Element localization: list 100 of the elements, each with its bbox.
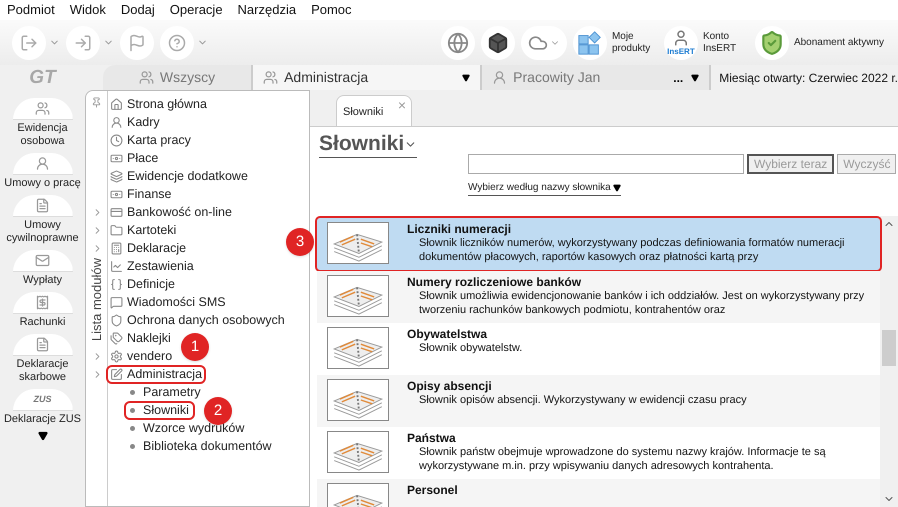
flag-icon [128, 34, 146, 52]
callout-number: 1 [181, 333, 209, 361]
scroll-down-icon[interactable] [38, 431, 48, 441]
submodule-item[interactable]: Parametry [126, 384, 205, 400]
module-shortcut[interactable]: Wypłaty [2, 250, 84, 287]
filter-dropdown-link[interactable]: Wybierz według nazwy słownika [468, 180, 621, 196]
people-icon [138, 70, 154, 85]
help-icon [168, 34, 186, 52]
bullet-icon [130, 426, 135, 430]
dictionary-title: Obywatelstwa [407, 327, 488, 341]
module-item[interactable]: Kadry [108, 114, 162, 130]
dictionary-description: Słownik liczników numerów, wykorzystywany podczas definiowania formatów numeracji dokumentów płacowych, raportów kasowych oraz płatności kartą przy [418, 236, 846, 264]
globe-button[interactable] [440, 26, 475, 60]
search-field[interactable] [468, 154, 744, 174]
module-item[interactable]: Deklaracje [108, 240, 188, 256]
module-item[interactable]: Definicje [108, 276, 177, 292]
context-tab[interactable]: Wszyscy [103, 65, 254, 90]
module-item[interactable]: Wiadomości SMS [108, 294, 228, 310]
toolbar-button[interactable] [120, 26, 154, 60]
menu-item[interactable]: Widok [70, 0, 106, 20]
toolbar-button[interactable] [12, 26, 46, 60]
bullet-icon [130, 444, 135, 448]
pin-icon[interactable] [91, 97, 102, 108]
module-item[interactable]: Naklejki [108, 330, 173, 346]
page-title[interactable]: Słowniki [319, 131, 418, 158]
dictionary-title: Państwa [407, 431, 457, 445]
module-item[interactable]: Finanse [108, 186, 174, 202]
message-icon [110, 296, 123, 308]
tag-icon [110, 332, 123, 344]
document-tab[interactable]: Słowniki × [336, 95, 412, 126]
gear-icon [110, 350, 123, 362]
calculator-icon [110, 242, 123, 254]
module-shortcut[interactable]: ZUS Deklaracje ZUS [2, 389, 84, 426]
layers-icon [110, 170, 123, 182]
dictionary-row[interactable]: Opisy absencji Słownik opisów absencji. Wykorzystywany w ewidencji czasu pracy [317, 375, 880, 427]
toolbar-button[interactable]: InsERT Konto InsERT [664, 26, 749, 60]
dictionary-row[interactable]: Numery rozliczeniowe banków Słownik umożliwia ewidencjonowanie banków i ich oddziałów. Jest on wykorzystywany przy tworzeniu rachunków bankowych podmiotu, kontrahentów oraz [317, 271, 880, 323]
module-shortcut[interactable]: Umowy cywilnoprawne [2, 195, 84, 245]
submodule-item[interactable]: Biblioteka dokumentów [126, 438, 276, 454]
scrollbar[interactable] [880, 216, 898, 507]
toolbar-button[interactable]: Abonament aktywny [754, 26, 886, 60]
cube-icon [486, 32, 509, 54]
toolbar-button[interactable] [160, 26, 194, 60]
toolbar-button[interactable] [66, 26, 100, 60]
module-item[interactable]: Płace [108, 150, 160, 166]
logo: GT [29, 66, 56, 90]
dictionary-book-icon [327, 327, 389, 369]
banknote-icon [110, 152, 123, 164]
receipt-icon [35, 295, 50, 310]
menu-item[interactable]: Pomoc [311, 0, 352, 20]
module-item[interactable]: Bankowość on-line [108, 204, 234, 220]
module-item[interactable]: Ochrona danych osobowych [108, 312, 287, 328]
menu-item[interactable]: Narzędzia [238, 0, 296, 20]
document-icon [35, 198, 50, 213]
module-item[interactable]: vendero [108, 348, 174, 364]
context-tab[interactable]: Pracowity Jan ... [482, 65, 712, 90]
module-shortcut[interactable]: Deklaracje skarbowe [2, 334, 84, 384]
caret-icon[interactable] [462, 74, 470, 82]
menu-item[interactable]: Podmiot [7, 0, 55, 20]
module-shortcut[interactable]: Rachunki [2, 292, 84, 329]
dictionary-description: Słownik opisów absencji. Wykorzystywany w ewidencji czasu pracy [418, 393, 748, 407]
envelope-icon [35, 253, 50, 268]
zus-badge-icon: ZUS [34, 393, 52, 406]
toolbar-button[interactable]: Moje produkty [572, 26, 658, 60]
caret-icon[interactable] [691, 74, 700, 82]
menu-item[interactable]: Operacje [170, 0, 223, 20]
person-icon [492, 70, 508, 85]
module-item[interactable]: Administracja [108, 366, 204, 382]
bullet-icon [130, 408, 135, 412]
open-month-status: Miesiąc otwarty: Czerwiec 2022 r. [718, 70, 898, 86]
bullet-icon [130, 390, 135, 394]
module-item[interactable]: Zestawienia [108, 258, 196, 274]
globe-icon [446, 32, 469, 54]
chart-icon [110, 260, 123, 272]
people-icon [35, 101, 50, 116]
dictionary-book-icon [327, 379, 389, 421]
dictionary-title: Numery rozliczeniowe banków [407, 275, 582, 289]
module-shortcut[interactable]: Umowy o pracę [2, 153, 84, 190]
module-item[interactable]: Strona główna [108, 96, 209, 112]
dictionary-title: Liczniki numeracji [407, 222, 512, 236]
scrollbar-thumb[interactable] [882, 330, 896, 366]
home-icon [110, 98, 123, 110]
shield-icon [110, 314, 123, 326]
dictionary-book-icon [327, 222, 389, 264]
edit-icon [110, 368, 123, 380]
dictionary-description: Słownik państw obejmuje wprowadzone do systemu nazwy krajów. Informacje te są wykorzystywane m.in. przy wpisywaniu danych adresowych kontrahenta. [418, 445, 827, 473]
more-dots[interactable]: ... [673, 68, 684, 86]
cube-button[interactable] [480, 26, 515, 60]
dictionary-row[interactable]: Personel [317, 479, 880, 507]
dictionary-book-icon [327, 275, 389, 317]
module-shortcut[interactable]: Ewidencja osobowa [2, 98, 84, 148]
module-item[interactable]: Karta pracy [108, 132, 193, 148]
submodule-item[interactable]: Słowniki [126, 402, 193, 418]
context-tab[interactable]: Administracja [253, 65, 482, 90]
menu-item[interactable]: Dodaj [120, 0, 155, 20]
module-item[interactable]: Ewidencje dodatkowe [108, 168, 250, 184]
cloud-button[interactable] [520, 26, 567, 60]
caret-icon[interactable] [612, 184, 621, 192]
dictionary-description: Słownik umożliwia ewidencjonowanie banków i ich oddziałów. Jest on wykorzystywany przy tworzeniu rachunków bankowych podmiotu, kontrahentów oraz [418, 289, 866, 317]
module-item[interactable]: Kartoteki [108, 222, 178, 238]
